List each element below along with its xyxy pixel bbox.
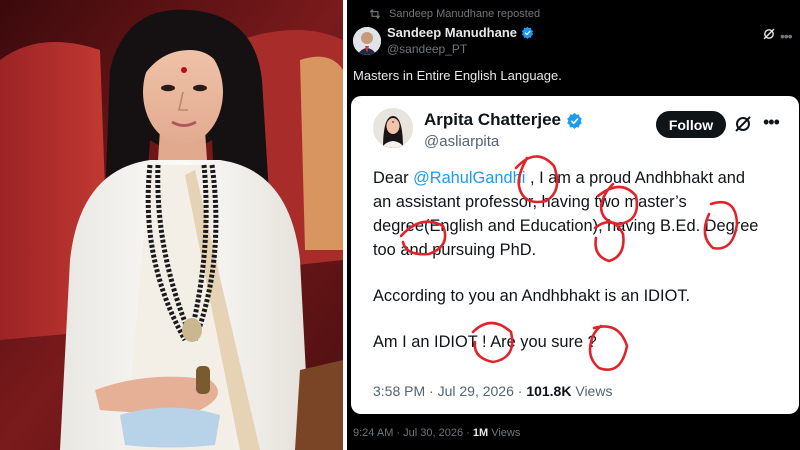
portrait-illustration (0, 0, 343, 450)
quoted-author-handle[interactable]: @asliarpita (424, 133, 499, 150)
author-avatar[interactable] (353, 27, 381, 55)
grok-icon[interactable] (733, 114, 753, 134)
repost-indicator[interactable]: Sandeep Manudhane reposted (368, 8, 540, 20)
quoted-author-avatar[interactable] (373, 108, 413, 148)
outer-author-handle[interactable]: @sandeep_PT (387, 42, 467, 56)
outer-tweet-meta: 9:24 AM · Jul 30, 2026 · 1M Views (353, 427, 520, 439)
outer-views-label: Views (488, 427, 521, 439)
repost-icon (369, 8, 381, 20)
quoted-tweet-card[interactable]: Arpita Chatterjee @asliarpita Follow •••… (351, 96, 799, 414)
more-options-icon[interactable]: ••• (763, 112, 780, 133)
outer-tweet-text: Masters in Entire English Language. (353, 68, 562, 83)
verified-badge-icon (567, 112, 582, 129)
quoted-timestamp[interactable]: 3:58 PM · Jul 29, 2026 · (373, 383, 526, 399)
outer-views-count: 1M (472, 427, 489, 439)
text-line: According to you an Andhbhakt is an IDIO… (373, 287, 691, 305)
follow-button[interactable]: Follow (656, 111, 726, 138)
quoted-author-avatar-image (373, 108, 413, 148)
quoted-views-count: 101.8K (526, 383, 572, 399)
outer-author-name-text: Sandeep Manudhane (387, 25, 518, 40)
text-line: an assistant professor, having two maste… (373, 193, 687, 211)
outer-timestamp[interactable]: 9:24 AM · Jul 30, 2026 · (353, 427, 473, 439)
repost-label: Sandeep Manudhane reposted (389, 8, 541, 20)
quoted-author-name[interactable]: Arpita Chatterjee (424, 110, 583, 130)
verified-badge-icon (521, 26, 534, 39)
tweet-screenshot: Sandeep Manudhane reposted Sandeep Manud… (347, 0, 800, 450)
portrait-photo (0, 0, 343, 450)
text-fragment: Dear (373, 169, 414, 187)
text-line: too and pursuing PhD. (373, 241, 537, 259)
outer-author-name[interactable]: Sandeep Manudhane (387, 25, 534, 40)
quoted-views-label: Views (571, 383, 613, 399)
text-line: degree(English and Education), having B.… (373, 217, 759, 235)
grok-icon[interactable] (762, 27, 776, 41)
quoted-tweet-meta: 3:58 PM · Jul 29, 2026 · 101.8K Views (373, 383, 612, 399)
author-avatar-image (353, 27, 381, 55)
more-options-icon[interactable]: ••• (780, 28, 793, 44)
text-fragment: , I am a proud Andhbhakt and (525, 169, 746, 187)
quoted-tweet-text: Dear @RahulGandhi , I am a proud Andhbha… (373, 166, 793, 354)
mention-link[interactable]: @RahulGandhi (413, 169, 525, 187)
text-line: Am I an IDIOT ! Are you sure ? (373, 333, 597, 351)
text-line: Dear @RahulGandhi , I am a proud Andhbha… (373, 166, 793, 190)
quoted-author-name-text: Arpita Chatterjee (424, 110, 561, 129)
